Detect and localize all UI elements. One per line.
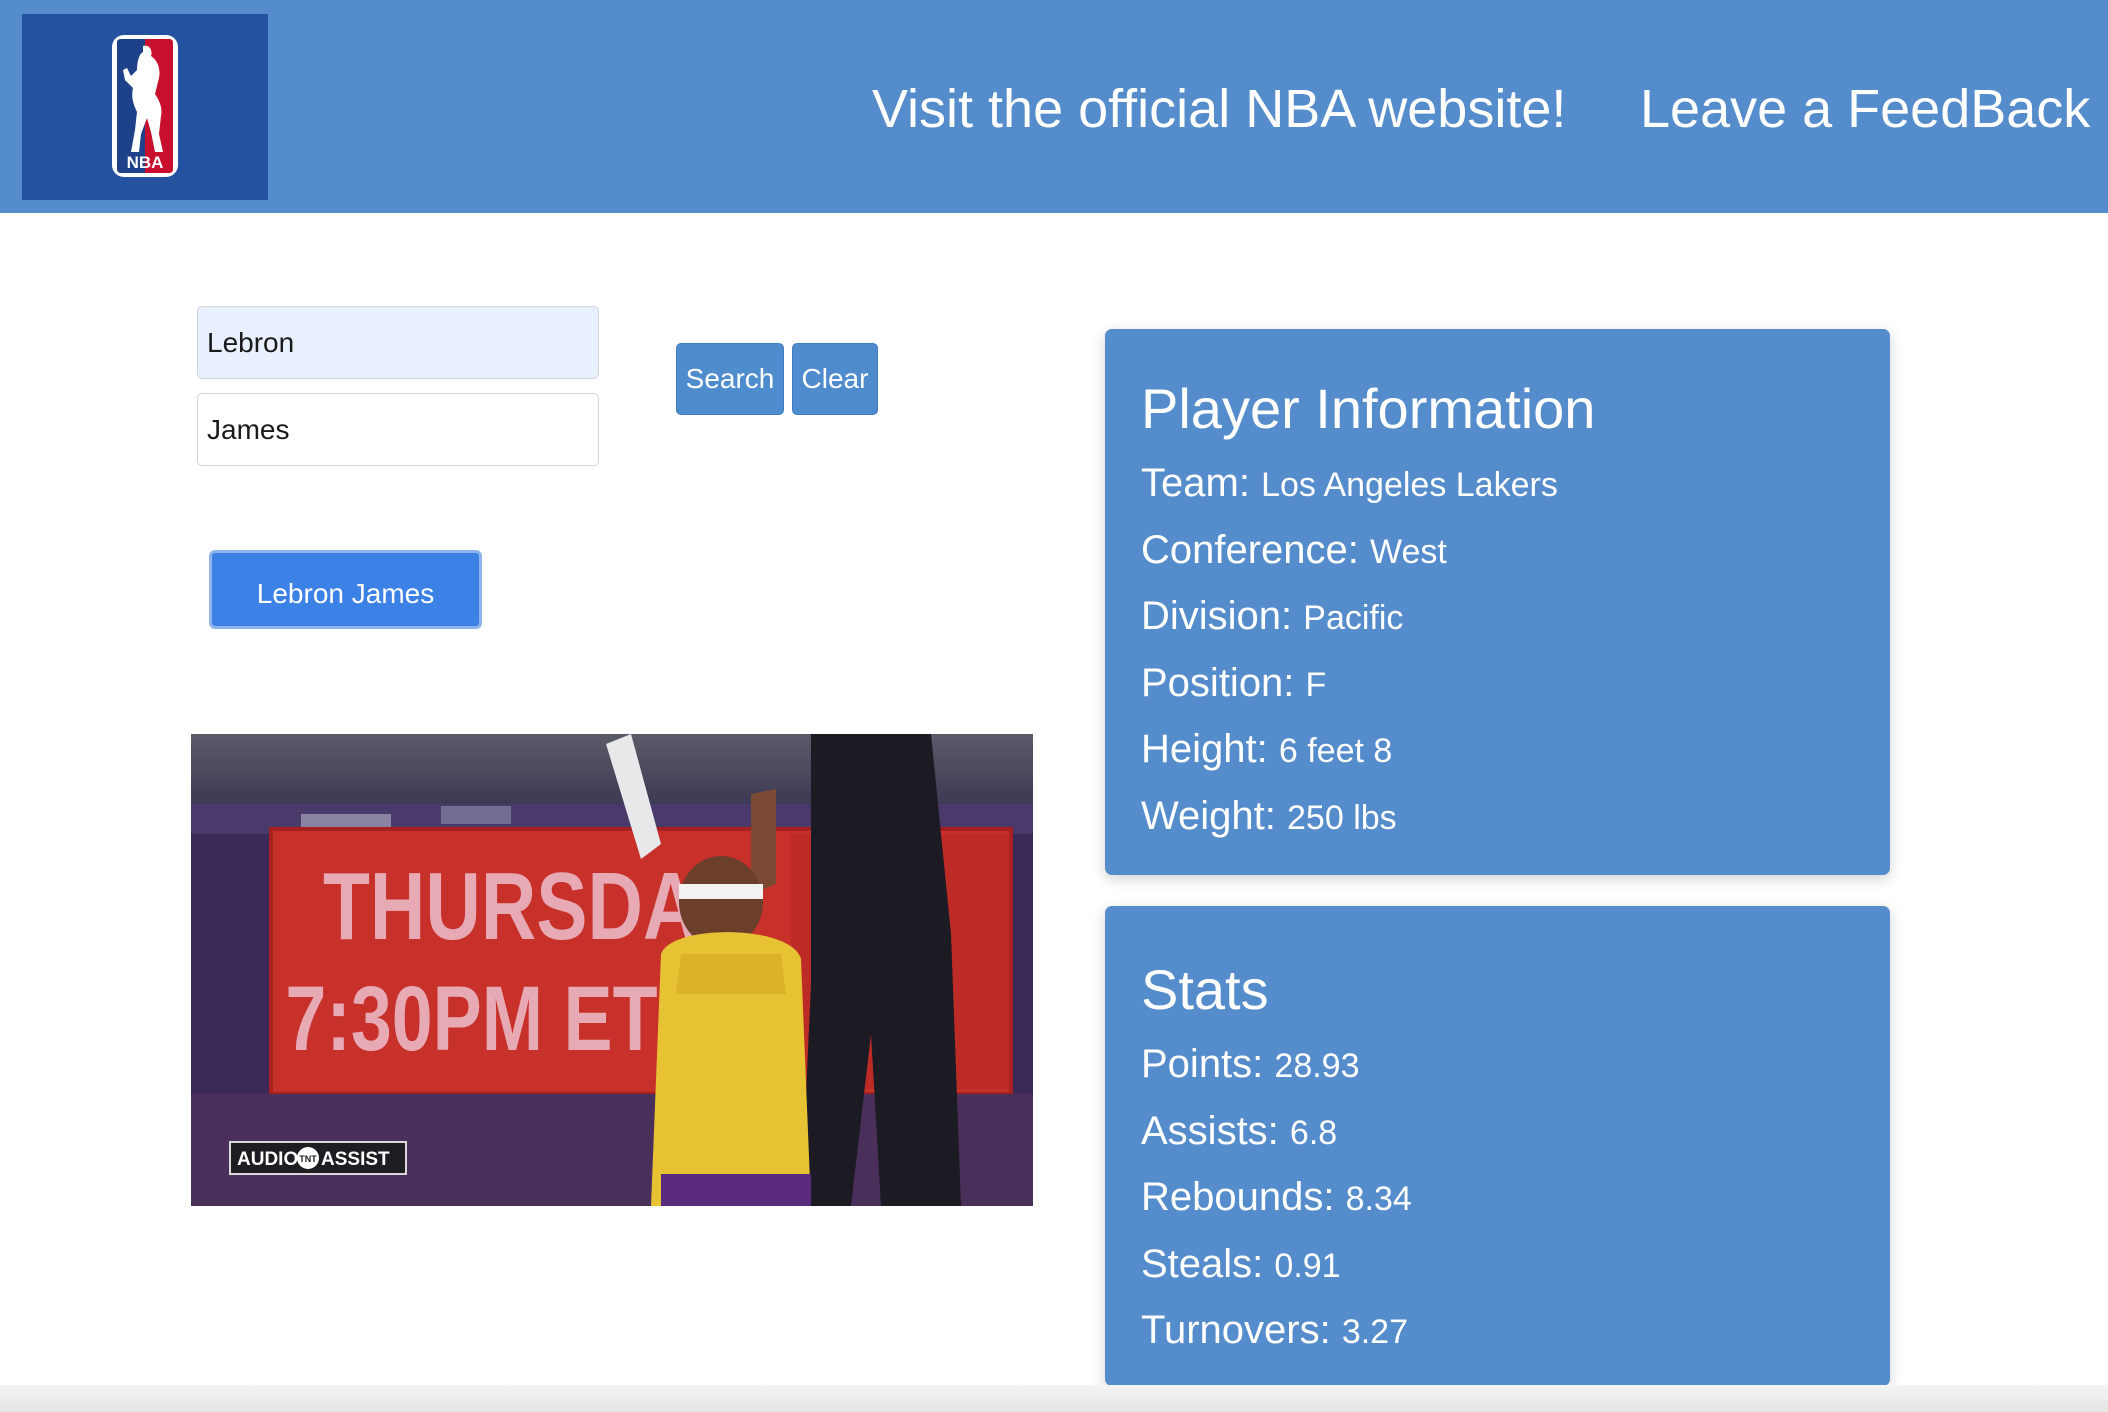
rebounds-row: Rebounds: 8.34 (1141, 1165, 1890, 1232)
rebounds-label: Rebounds: (1141, 1175, 1335, 1219)
last-name-input[interactable] (197, 393, 599, 466)
weight-row: Weight: 250 lbs (1141, 784, 1890, 851)
height-row: Height: 6 feet 8 (1141, 717, 1890, 784)
division-label: Division: (1141, 594, 1293, 638)
player-information-title: Player Information (1141, 377, 1596, 440)
division-value: Pacific (1303, 599, 1404, 637)
steals-label: Steals: (1141, 1241, 1264, 1286)
nba-logo[interactable]: NBA (22, 14, 268, 200)
stats-card: Stats Points: 28.93 Assists: 6.8 Rebound… (1105, 906, 1890, 1386)
turnovers-row: Turnovers: 3.27 (1141, 1298, 1890, 1365)
team-label: Team: (1141, 461, 1250, 505)
svg-text:7:30PM ET: 7:30PM ET (285, 967, 657, 1070)
division-row: Division: Pacific (1141, 584, 1890, 651)
svg-text:TNT: TNT (299, 1154, 317, 1164)
weight-value: 250 lbs (1287, 798, 1397, 837)
conference-value: West (1370, 532, 1447, 571)
points-value: 28.93 (1274, 1047, 1360, 1085)
assists-value: 6.8 (1289, 1113, 1338, 1152)
svg-text:THURSDA: THURSDA (323, 853, 698, 960)
feedback-link[interactable]: Leave a FeedBack (1640, 74, 2090, 144)
steals-row: Steals: 0.91 (1141, 1232, 1890, 1299)
team-value: Los Angeles Lakers (1261, 466, 1558, 504)
svg-text:ASSIST: ASSIST (321, 1149, 390, 1170)
assists-row: Assists: 6.8 (1141, 1099, 1890, 1166)
player-highlight-gif: THURSDA 7:30PM ET AUDIO TNT ASSIST (191, 734, 1033, 1206)
position-row: Position: F (1141, 651, 1890, 718)
turnovers-value: 3.27 (1341, 1313, 1408, 1351)
clear-button[interactable]: Clear (792, 343, 878, 415)
height-value: 6 feet 8 (1278, 732, 1393, 770)
nba-website-link[interactable]: Visit the official NBA website! (872, 74, 1566, 144)
points-label: Points: (1141, 1042, 1264, 1086)
points-row: Points: 28.93 (1141, 1032, 1890, 1099)
nba-logo-icon: NBA (112, 35, 178, 177)
position-label: Position: (1141, 660, 1295, 705)
team-row: Team: Los Angeles Lakers (1141, 451, 1890, 518)
assists-label: Assists: (1141, 1108, 1279, 1153)
svg-text:AUDIO: AUDIO (237, 1149, 298, 1170)
header-bar: NBA Visit the official NBA website! Leav… (0, 0, 2108, 213)
highlight-image: THURSDA 7:30PM ET AUDIO TNT ASSIST (191, 734, 1033, 1206)
player-information-card: Player Information Team: Los Angeles Lak… (1105, 329, 1890, 875)
steals-value: 0.91 (1274, 1246, 1341, 1285)
first-name-input[interactable] (197, 306, 599, 379)
conference-row: Conference: West (1141, 518, 1890, 585)
weight-label: Weight: (1141, 793, 1276, 838)
player-result-button[interactable]: Lebron James (209, 550, 482, 629)
window-bottom-edge (0, 1385, 2108, 1412)
stats-title: Stats (1141, 958, 1269, 1021)
turnovers-label: Turnovers: (1141, 1308, 1331, 1352)
rebounds-value: 8.34 (1345, 1180, 1412, 1218)
conference-label: Conference: (1141, 527, 1359, 572)
height-label: Height: (1141, 727, 1268, 771)
position-value: F (1305, 665, 1327, 704)
search-button[interactable]: Search (676, 343, 784, 415)
svg-text:NBA: NBA (127, 153, 164, 172)
